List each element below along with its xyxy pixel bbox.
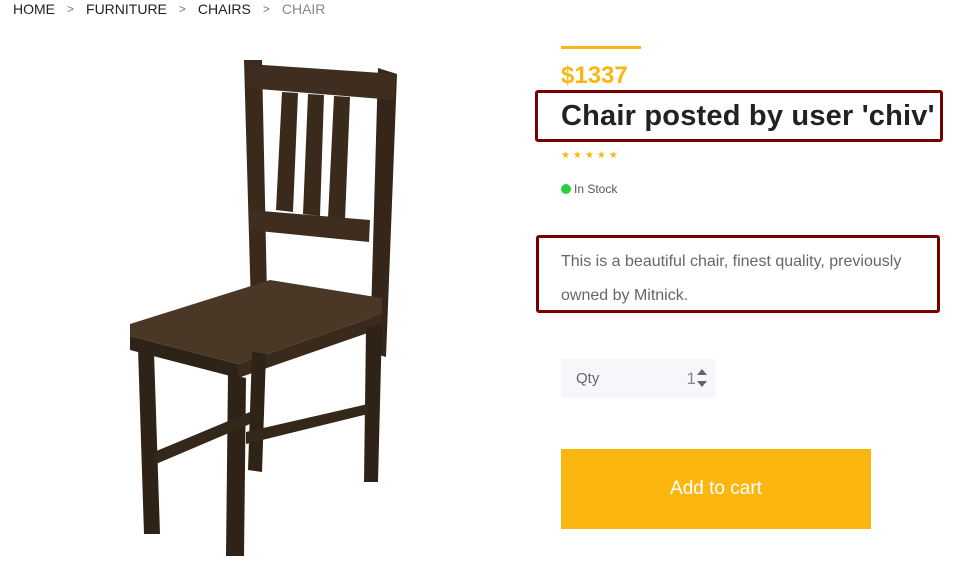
star-icon: ★ <box>584 150 594 161</box>
stock-status: In Stock <box>561 182 617 196</box>
star-icon: ★ <box>572 150 582 161</box>
product-title: Chair posted by user 'chiv' <box>561 100 935 132</box>
quantity-control: Qty <box>561 359 716 398</box>
chair-image <box>130 60 397 556</box>
rating-stars: ★ ★ ★ ★ ★ <box>561 151 618 161</box>
breadcrumb-chairs[interactable]: CHAIRS <box>198 1 251 17</box>
quantity-stepper[interactable] <box>697 369 707 387</box>
chevron-up-icon[interactable] <box>697 369 707 375</box>
product-price: $1337 <box>561 62 628 89</box>
breadcrumb: HOME > FURNITURE > CHAIRS > CHAIR <box>13 0 325 18</box>
stock-label: In Stock <box>574 182 618 196</box>
quantity-label: Qty <box>576 370 600 387</box>
product-description: This is a beautiful chair, finest qualit… <box>561 253 902 304</box>
breadcrumb-separator: > <box>178 2 186 16</box>
quantity-input[interactable] <box>646 368 696 389</box>
star-icon: ★ <box>608 150 618 161</box>
in-stock-dot-icon <box>561 184 571 194</box>
breadcrumb-current: CHAIR <box>281 1 326 17</box>
breadcrumb-furniture[interactable]: FURNITURE <box>86 1 167 17</box>
breadcrumb-home[interactable]: HOME <box>13 1 55 17</box>
star-icon: ★ <box>596 150 606 161</box>
chevron-down-icon[interactable] <box>697 381 707 387</box>
product-image <box>120 52 420 556</box>
price-divider <box>561 46 641 49</box>
add-to-cart-button[interactable]: Add to cart <box>561 449 871 529</box>
star-icon: ★ <box>561 150 570 161</box>
breadcrumb-separator: > <box>67 2 75 16</box>
breadcrumb-separator: > <box>262 2 270 16</box>
